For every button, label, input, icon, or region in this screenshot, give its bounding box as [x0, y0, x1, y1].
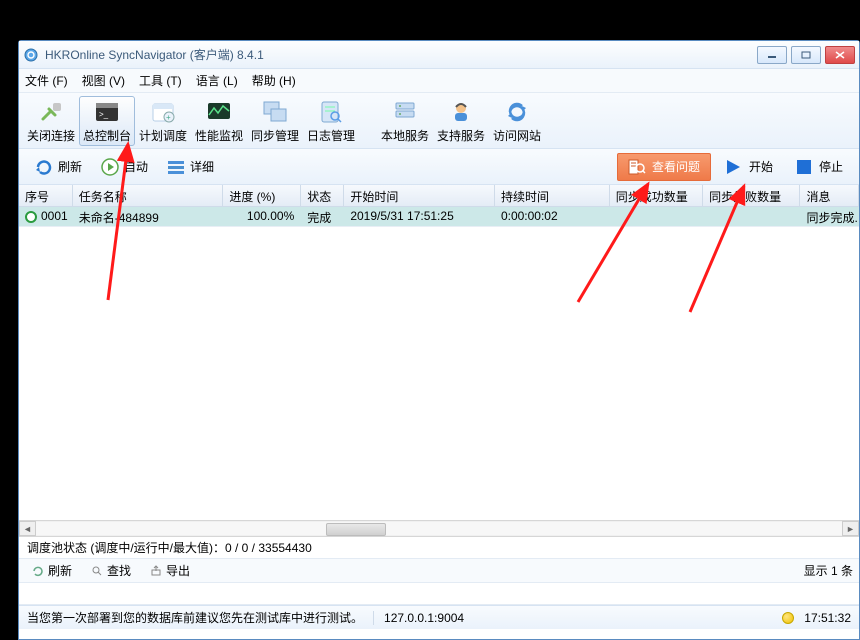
- menu-help[interactable]: 帮助 (H): [252, 72, 296, 89]
- col-start-time[interactable]: 开始时间: [344, 185, 495, 206]
- play-icon: [723, 157, 743, 177]
- main-toolbar: 关闭连接 >_ 总控制台 + 计划调度 性能监视 同步管理 日志管理 本地服务: [19, 93, 859, 149]
- log-body: [19, 583, 859, 605]
- svg-text:>_: >_: [99, 110, 109, 119]
- scroll-thumb[interactable]: [326, 523, 386, 536]
- schedule-button[interactable]: + 计划调度: [135, 96, 191, 146]
- col-sync-ok[interactable]: 同步成功数量: [610, 185, 703, 206]
- performance-button[interactable]: 性能监视: [191, 96, 247, 146]
- local-service-button[interactable]: 本地服务: [377, 96, 433, 146]
- log-count-label: 显示 1 条: [804, 562, 853, 579]
- export-small-icon: [149, 564, 163, 578]
- servers-icon: [391, 99, 419, 125]
- col-progress[interactable]: 进度 (%): [223, 185, 301, 206]
- horizontal-scrollbar[interactable]: ◄ ►: [19, 520, 859, 537]
- auto-button[interactable]: 自动: [91, 152, 157, 182]
- menu-tools[interactable]: 工具 (T): [139, 72, 182, 89]
- console-button[interactable]: >_ 总控制台: [79, 96, 135, 146]
- log-mgmt-button[interactable]: 日志管理: [303, 96, 359, 146]
- cell-task-name: 未命名-484899: [73, 207, 224, 226]
- scroll-right-icon[interactable]: ►: [842, 521, 859, 536]
- detail-button[interactable]: 详细: [157, 152, 223, 182]
- app-window: HKROnline SyncNavigator (客户端) 8.4.1 文件 (…: [18, 40, 860, 640]
- col-message[interactable]: 消息: [800, 185, 859, 206]
- cell-state: 完成: [301, 207, 344, 226]
- status-dot-icon: [25, 211, 37, 223]
- col-seq[interactable]: 序号: [19, 185, 73, 206]
- table-row[interactable]: 0001 未命名-484899 100.00% 完成 2019/5/31 17:…: [19, 207, 859, 227]
- statusbar: 当您第一次部署到您的数据库前建议您先在测试库中进行测试。 127.0.0.1:9…: [19, 605, 859, 629]
- col-sync-fail[interactable]: 同步失败数量: [703, 185, 800, 206]
- secondary-toolbar: 刷新 自动 详细 查看问题 开始 停止: [19, 149, 859, 185]
- refresh-button[interactable]: 刷新: [25, 152, 91, 182]
- visit-site-button[interactable]: 访问网站: [489, 96, 545, 146]
- cell-sync-fail: [703, 207, 800, 226]
- monitor-chart-icon: [205, 99, 233, 125]
- sync-mgmt-button[interactable]: 同步管理: [247, 96, 303, 146]
- minimize-button[interactable]: [757, 46, 787, 64]
- magnifier-list-icon: [628, 158, 646, 176]
- menubar: 文件 (F) 视图 (V) 工具 (T) 语言 (L) 帮助 (H): [19, 69, 859, 93]
- notebook-search-icon: [317, 99, 345, 125]
- col-duration[interactable]: 持续时间: [495, 185, 610, 206]
- start-button[interactable]: 开始: [711, 153, 785, 181]
- cell-sync-ok: [610, 207, 703, 226]
- scroll-left-icon[interactable]: ◄: [19, 521, 36, 536]
- clock-status-icon: [782, 612, 794, 624]
- close-connection-button[interactable]: 关闭连接: [23, 96, 79, 146]
- maximize-button[interactable]: [791, 46, 821, 64]
- pool-status-line: 调度池状态 (调度中/运行中/最大值)：0 / 0 / 33554430: [19, 537, 859, 559]
- log-refresh-button[interactable]: 刷新: [25, 560, 78, 581]
- grid-body: 0001 未命名-484899 100.00% 完成 2019/5/31 17:…: [19, 207, 859, 520]
- window-sync-icon: [261, 99, 289, 125]
- log-export-button[interactable]: 导出: [143, 560, 196, 581]
- cell-seq: 0001: [19, 207, 73, 226]
- auto-play-icon: [100, 157, 120, 177]
- footer-tip: 当您第一次部署到您的数据库前建议您先在测试库中进行测试。: [27, 609, 363, 626]
- calendar-icon: +: [149, 99, 177, 125]
- footer-address: 127.0.0.1:9004: [384, 611, 464, 625]
- cell-start-time: 2019/5/31 17:51:25: [344, 207, 495, 226]
- plug-icon: [37, 99, 65, 125]
- log-toolbar: 刷新 查找 导出 显示 1 条: [19, 559, 859, 583]
- search-small-icon: [90, 564, 104, 578]
- app-icon: [23, 47, 39, 63]
- cell-duration: 0:00:00:02: [495, 207, 610, 226]
- menu-file[interactable]: 文件 (F): [25, 72, 68, 89]
- list-lines-icon: [166, 157, 186, 177]
- refresh-globe-icon: [503, 99, 531, 125]
- col-task-name[interactable]: 任务名称: [73, 185, 224, 206]
- console-icon: >_: [93, 99, 121, 125]
- titlebar: HKROnline SyncNavigator (客户端) 8.4.1: [19, 41, 859, 69]
- view-issues-button[interactable]: 查看问题: [617, 153, 711, 181]
- grid-header: 序号 任务名称 进度 (%) 状态 开始时间 持续时间 同步成功数量 同步失败数…: [19, 185, 859, 207]
- refresh-small-icon: [31, 564, 45, 578]
- refresh-icon: [34, 157, 54, 177]
- log-find-button[interactable]: 查找: [84, 560, 137, 581]
- close-button[interactable]: [825, 46, 855, 64]
- cell-progress: 100.00%: [223, 207, 301, 226]
- menu-language[interactable]: 语言 (L): [196, 72, 238, 89]
- stop-icon: [795, 158, 813, 176]
- window-title: HKROnline SyncNavigator (客户端) 8.4.1: [45, 46, 757, 63]
- footer-clock: 17:51:32: [804, 611, 851, 625]
- support-person-icon: [447, 99, 475, 125]
- col-state[interactable]: 状态: [301, 185, 344, 206]
- support-service-button[interactable]: 支持服务: [433, 96, 489, 146]
- menu-view[interactable]: 视图 (V): [82, 72, 125, 89]
- svg-text:+: +: [166, 113, 171, 122]
- stop-button[interactable]: 停止: [785, 153, 853, 181]
- cell-message: 同步完成.: [800, 207, 859, 226]
